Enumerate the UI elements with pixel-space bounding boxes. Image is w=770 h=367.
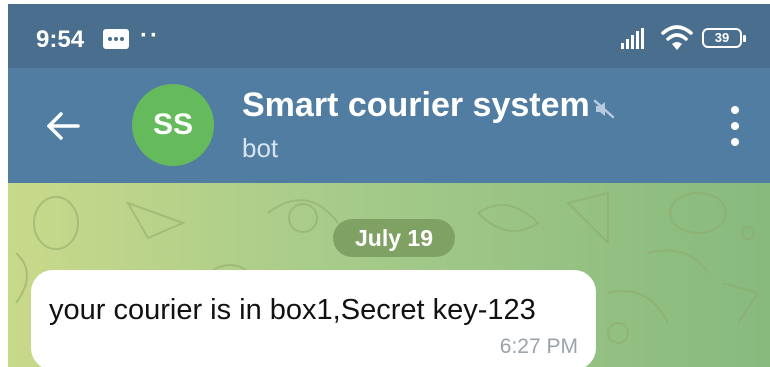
chat-header: SS Smart courier system bot (8, 68, 770, 183)
battery-icon: 39 (702, 28, 746, 48)
mute-icon (593, 99, 615, 119)
chat-subtitle: bot (242, 133, 279, 163)
avatar[interactable]: SS (132, 84, 214, 166)
status-extra-dots: ·· (140, 22, 160, 49)
signal-icon (621, 28, 644, 49)
wifi-icon (661, 25, 693, 50)
chat-title[interactable]: Smart courier system (242, 86, 590, 125)
phone-screen: 9:54 ·· 39 SS Smart courier system bot J… (8, 4, 770, 367)
back-arrow-icon[interactable] (43, 106, 83, 146)
chat-area: July 19 your courier is in box1,Secret k… (8, 183, 770, 367)
message-text: your courier is in box1,Secret key-123 (49, 294, 536, 326)
status-time: 9:54 (36, 26, 85, 53)
message-icon (103, 29, 129, 49)
message-bubble[interactable]: your courier is in box1,Secret key-123 6… (31, 270, 596, 367)
message-time: 6:27 PM (499, 335, 578, 358)
date-separator: July 19 (333, 219, 455, 257)
more-vert-icon[interactable] (725, 102, 745, 150)
status-bar: 9:54 ·· 39 (8, 4, 770, 68)
